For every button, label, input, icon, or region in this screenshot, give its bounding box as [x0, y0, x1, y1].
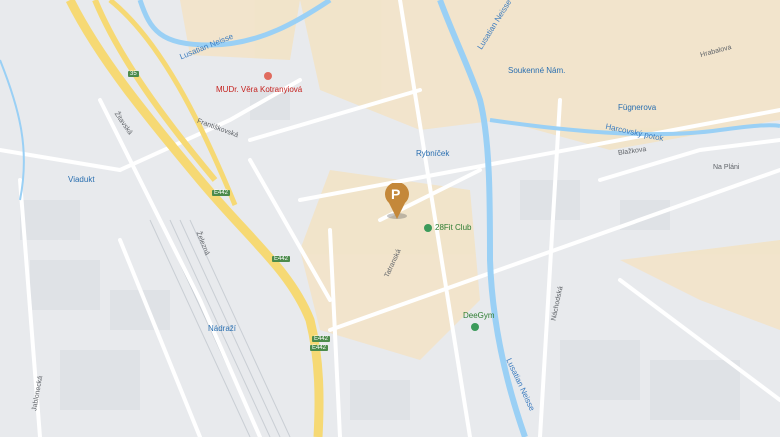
- place-label-rybnicek[interactable]: Rybníček: [416, 149, 449, 158]
- place-label-soukenne[interactable]: Soukenné Nám.: [508, 66, 565, 75]
- medical-marker-icon[interactable]: [264, 72, 272, 80]
- place-label-nadrazi[interactable]: Nádraží: [208, 324, 236, 333]
- poi-label-deegym[interactable]: DeeGym: [463, 311, 495, 320]
- road-shield-e442-3: E442: [312, 336, 331, 342]
- place-label-fugnerova[interactable]: Fügnerova: [618, 103, 656, 112]
- place-label-viadukt[interactable]: Viadukt: [68, 175, 95, 184]
- parking-pin-label: P: [391, 186, 401, 202]
- gym-marker-icon[interactable]: [424, 224, 432, 232]
- parking-pin-icon[interactable]: P: [383, 182, 411, 221]
- road-shield-35: 35: [128, 71, 139, 77]
- gym-marker-icon-2[interactable]: [471, 323, 479, 331]
- street-label-na-plani: Na Pláni: [713, 164, 740, 171]
- road-shield-e442-4: E442: [310, 345, 329, 351]
- poi-label-vera[interactable]: MUDr. Věra Kotranyiová: [216, 85, 302, 94]
- map-canvas[interactable]: Lusatian Neisse Lusatian Neisse Lusatian…: [0, 0, 780, 437]
- poi-label-28fit[interactable]: 28Fit Club: [435, 223, 471, 232]
- road-shield-e442-1: E442: [212, 190, 231, 196]
- road-shield-e442-2: E442: [272, 256, 291, 262]
